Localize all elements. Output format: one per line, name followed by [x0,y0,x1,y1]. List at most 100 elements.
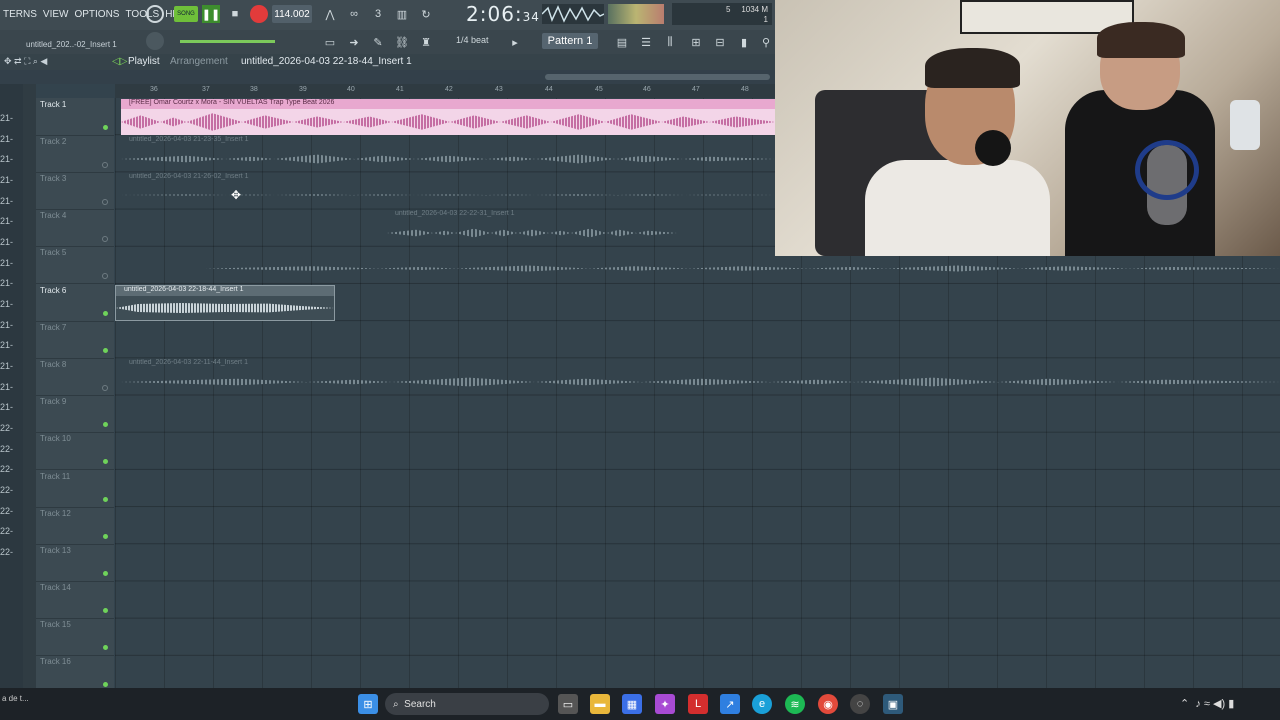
browser-item[interactable]: 22- [0,506,22,516]
browser-item[interactable]: 21- [0,216,22,226]
plugin-picker-icon[interactable]: ⊞ [686,33,706,51]
brush-icon[interactable]: ✎ [368,33,388,51]
volume-icon[interactable]: ◀) [1213,698,1225,710]
stamp-icon[interactable]: ♜ [416,33,436,51]
browser-item[interactable]: 21- [0,258,22,268]
browser-item-label[interactable]: untitled_202..-02_Insert 1 [26,40,117,49]
menu-options[interactable]: OPTIONS [71,9,122,20]
track-mute-led[interactable] [102,236,108,242]
battery-icon[interactable]: ▮ [1228,698,1234,710]
browser-item[interactable]: 21- [0,113,22,123]
track-mute-led[interactable] [103,459,108,464]
master-volume-knob[interactable] [146,32,164,50]
channel-rack-icon[interactable]: ☰ [636,33,656,51]
browser-item[interactable]: 21- [0,320,22,330]
horizontal-scrollbar[interactable] [545,74,770,80]
track-header[interactable]: Track 6 [36,284,114,322]
audio-clip[interactable]: untitled_2026-04-03 22-22-31_Insert 1 [387,210,677,246]
system-tray[interactable]: ⌃ ♪ ≈ ◀) ▮ [1180,697,1234,710]
piano-roll-icon[interactable]: ▭ [320,33,340,51]
track-mute-led[interactable] [103,608,108,613]
track-mute-led[interactable] [102,162,108,168]
track-header[interactable]: Track 5 [36,246,114,284]
audio-clip[interactable] [205,253,1280,278]
mic-icon[interactable]: ♪ [1195,698,1201,710]
browser-item[interactable]: 21- [0,402,22,412]
countdown-icon[interactable]: 3 [368,5,388,23]
browser-item[interactable]: 22- [0,526,22,536]
track-header[interactable]: Track 2 [36,135,114,173]
browser-item[interactable]: 22- [0,547,22,557]
browser-item[interactable]: 21- [0,278,22,288]
track-header[interactable]: Track 13 [36,544,114,582]
track-header[interactable]: Track 1 [36,98,114,136]
track-header[interactable]: Track 12 [36,507,114,545]
chevron-up-icon[interactable]: ⌃ [1180,698,1189,710]
track-mute-led[interactable] [103,682,108,687]
store-icon[interactable]: ▦ [622,694,642,714]
track-mute-led[interactable] [102,385,108,391]
copilot-icon[interactable]: ✦ [655,694,675,714]
browser-item[interactable]: 22- [0,485,22,495]
track-mute-led[interactable] [103,497,108,502]
browser-item[interactable]: 21- [0,299,22,309]
track-mute-led[interactable] [102,273,108,279]
fl-studio-icon[interactable]: ▣ [883,694,903,714]
timeline-ruler[interactable]: 36 37 38 39 40 41 42 43 44 45 46 47 48 [115,84,775,98]
track-mute-led[interactable] [103,534,108,539]
track-mute-led[interactable] [103,571,108,576]
tempo-display[interactable]: 114.002 [272,5,312,23]
menu-view[interactable]: VIEW [40,9,72,20]
track-header[interactable]: Track 7 [36,321,114,359]
audio-clip[interactable]: untitled_2026-04-03 21-26-02_Insert 1 [121,173,775,209]
track-header[interactable]: Track 9 [36,395,114,433]
wifi-icon[interactable]: ≈ [1204,698,1210,710]
browser-scrollbar[interactable] [23,84,36,688]
record-button[interactable] [250,5,268,23]
file-explorer-icon[interactable]: ▬ [590,694,610,714]
spotify-icon[interactable]: ≋ [785,694,805,714]
chrome-icon[interactable]: ◉ [818,694,838,714]
audio-clip[interactable]: untitled_2026-04-03 22-11-44_Insert 1 [121,359,1280,395]
track-header[interactable]: Track 11 [36,470,114,508]
track-mute-led[interactable] [102,199,108,205]
link-icon[interactable]: ⛓ [392,33,412,51]
track-mute-led[interactable] [103,125,108,130]
plugin-icon[interactable]: ⚲ [758,33,774,51]
pattern-play-icon[interactable]: ▸ [508,33,522,51]
track-header[interactable]: Track 4 [36,209,114,247]
track-header[interactable]: Track 15 [36,618,114,656]
browser-item[interactable]: 21- [0,361,22,371]
audio-clip[interactable]: [FREE] Omar Courtz x Mora - SIN VUELTAS … [121,99,775,135]
audio-clip[interactable]: untitled_2026-04-03 21-23-35_Insert 1 [121,136,775,172]
track-mute-led[interactable] [103,311,108,316]
browser-item[interactable]: 22- [0,423,22,433]
browser-item[interactable]: 21- [0,237,22,247]
track-header[interactable]: Track 14 [36,581,114,619]
browser-item[interactable]: 21- [0,340,22,350]
menu-patterns[interactable]: TERNS [0,9,40,20]
project-browser-icon[interactable]: ⊟ [710,33,730,51]
audio-clip-selected[interactable]: untitled_2026-04-03 22-18-44_Insert 1 [115,285,335,321]
track-header[interactable]: Track 10 [36,432,114,470]
browser-item[interactable]: 21- [0,382,22,392]
track-mute-led[interactable] [103,645,108,650]
taskbar-search[interactable]: ⌕ Search [385,693,549,715]
browser-item[interactable]: 21- [0,134,22,144]
snap-selector[interactable]: 1/4 beat [456,35,489,45]
task-view-icon[interactable]: ▭ [558,694,578,714]
loop-record-icon[interactable]: ↻ [416,5,436,23]
arrow-icon[interactable]: ➜ [344,33,364,51]
song-mode-toggle[interactable]: SONG [174,6,198,22]
playlist-icon[interactable]: ▤ [612,33,632,51]
track-mute-led[interactable] [103,348,108,353]
wait-input-icon[interactable]: ∞ [344,5,364,23]
app-l-icon[interactable]: L [688,694,708,714]
metronome-icon[interactable]: ⋀ [320,5,340,23]
windows-start-icon[interactable]: ⊞ [358,694,378,714]
browser-item[interactable]: 21- [0,196,22,206]
track-header[interactable]: Track 8 [36,358,114,396]
stop-button[interactable]: ■ [226,5,244,23]
playlist-tools-icon[interactable]: ✥ ⇄ ⛶ ⌕ ◀ [4,56,47,67]
track-header[interactable]: Track 3 [36,172,114,210]
